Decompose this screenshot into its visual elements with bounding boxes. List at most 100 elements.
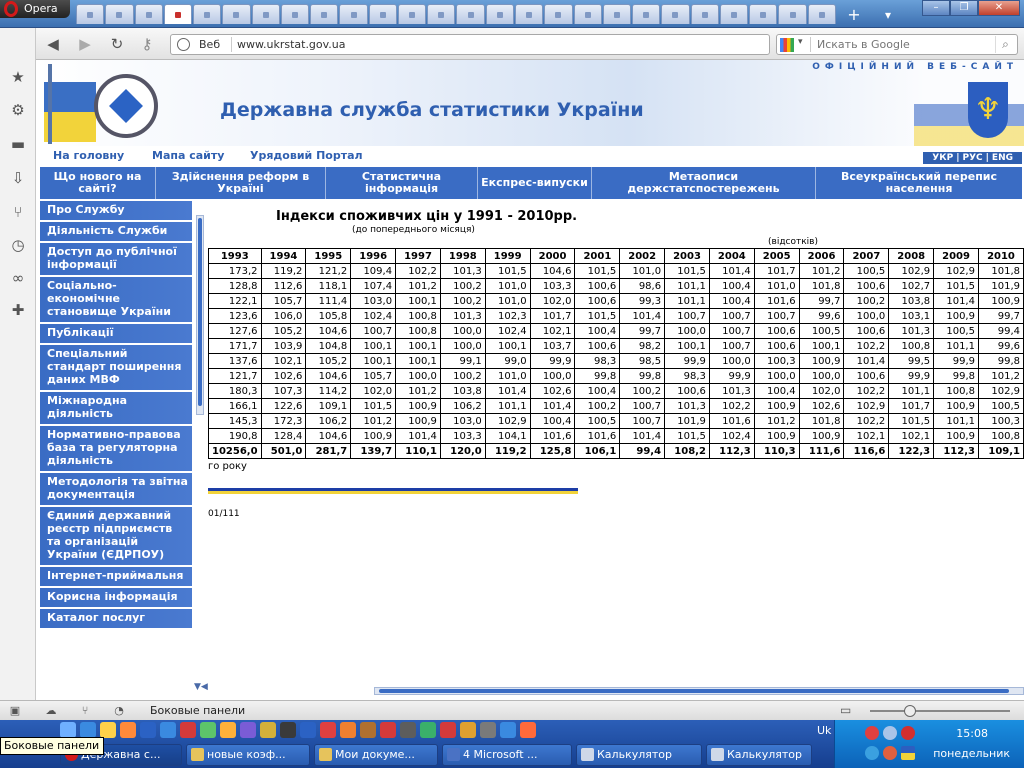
downloads-icon[interactable]: ⇩ — [9, 169, 27, 187]
sitemap-link[interactable]: Мапа сайту — [152, 149, 224, 162]
lang-rus-link[interactable]: РУС — [959, 153, 985, 163]
nav-useful-info[interactable]: Корисна інформація — [40, 588, 192, 609]
new-tab-button[interactable]: + — [846, 7, 862, 23]
lang-ukr-link[interactable]: УКР — [929, 153, 956, 163]
reload-icon[interactable]: ↻ — [108, 35, 126, 53]
quick-launch-icon[interactable] — [360, 722, 376, 738]
nav-activity[interactable]: Діяльність Служби — [40, 222, 192, 243]
browser-tab[interactable] — [485, 4, 514, 24]
links-icon[interactable]: ⑂ — [9, 203, 27, 221]
zoom-slider[interactable] — [870, 705, 1010, 717]
nav-legal[interactable]: Нормативно-правова база та регуляторна д… — [40, 426, 192, 473]
lang-eng-link[interactable]: ENG — [989, 153, 1016, 163]
search-input[interactable] — [817, 37, 987, 52]
quick-launch-icon[interactable] — [140, 722, 156, 738]
history-clock-icon[interactable]: ◷ — [9, 236, 27, 254]
google-icon[interactable] — [780, 38, 794, 52]
opera-menu-button[interactable]: Opera — [0, 0, 70, 18]
quick-launch-icon[interactable] — [280, 722, 296, 738]
wand-key-icon[interactable]: ⚷ — [138, 35, 156, 53]
quick-launch-icon[interactable] — [240, 722, 256, 738]
quick-launch-icon[interactable] — [420, 722, 436, 738]
horizontal-scrollbar[interactable] — [374, 687, 1024, 695]
home-link[interactable]: На головну — [53, 149, 124, 162]
quick-launch-icon[interactable] — [80, 722, 96, 738]
forward-arrow-icon[interactable]: ▶ — [76, 35, 94, 53]
menu-reforms[interactable]: Здійснення реформ в Україні — [156, 167, 326, 199]
browser-tab[interactable] — [310, 4, 339, 24]
browser-tab[interactable] — [778, 4, 807, 24]
zoom-slider-knob[interactable] — [904, 705, 916, 717]
quick-launch-icon[interactable] — [340, 722, 356, 738]
zoom-view-icon[interactable]: ▭ — [840, 703, 851, 717]
menu-metadata[interactable]: Метаописи держстатспостережень — [592, 167, 816, 199]
browser-tab[interactable] — [368, 4, 397, 24]
browser-tab[interactable] — [163, 4, 193, 24]
browser-tab[interactable] — [602, 4, 632, 24]
nav-international[interactable]: Міжнародна діяльність — [40, 392, 192, 426]
browser-tab[interactable] — [339, 4, 368, 24]
quick-launch-icon[interactable] — [480, 722, 496, 738]
browser-tab[interactable] — [222, 4, 251, 24]
browser-tab[interactable] — [134, 4, 163, 24]
notes-icon[interactable]: ▬ — [9, 135, 27, 153]
search-engine-dropdown-icon[interactable]: ▾ — [798, 37, 803, 47]
browser-tab[interactable] — [749, 4, 778, 24]
ukraine-flag-icon[interactable] — [901, 746, 915, 760]
tray-helper-icon[interactable] — [865, 746, 879, 760]
quick-launch-icon[interactable] — [400, 722, 416, 738]
back-arrow-icon[interactable]: ◀ — [44, 35, 62, 53]
quick-launch-icon[interactable] — [60, 722, 76, 738]
vertical-scrollbar[interactable] — [196, 215, 204, 415]
browser-tab[interactable] — [397, 4, 427, 24]
tab-menu-button[interactable]: ▾ — [880, 7, 896, 23]
quick-launch-icon[interactable] — [120, 722, 136, 738]
minimize-button[interactable]: – — [922, 0, 950, 16]
quick-launch-icon[interactable] — [500, 722, 516, 738]
menu-census[interactable]: Всеукраїнський перепис населення — [816, 167, 1022, 199]
task-my-docs[interactable]: Мои докуме... — [314, 744, 438, 766]
keyboard-language[interactable]: Uk — [817, 724, 831, 737]
browser-tab[interactable] — [105, 4, 134, 24]
ukrstat-emblem-icon[interactable] — [94, 74, 158, 138]
quick-launch-icon[interactable] — [380, 722, 396, 738]
browser-tab[interactable] — [719, 4, 749, 24]
search-magnifier-icon[interactable]: ⌕ — [995, 36, 1015, 53]
browser-tab[interactable] — [280, 4, 310, 24]
nav-edrpou[interactable]: Єдиний державний реєстр підприємств та о… — [40, 507, 192, 567]
task-calculator-1[interactable]: Калькулятор — [576, 744, 702, 766]
browser-tab[interactable] — [514, 4, 544, 24]
menu-statistics[interactable]: Статистична інформація — [326, 167, 478, 199]
quick-launch-icon[interactable] — [220, 722, 236, 738]
quick-launch-icon[interactable] — [520, 722, 536, 738]
close-button[interactable]: ✕ — [978, 0, 1020, 16]
nav-public-info[interactable]: Доступ до публічної інформації — [40, 243, 192, 277]
browser-tab[interactable] — [632, 4, 661, 24]
add-panel-plus-icon[interactable]: ✚ — [9, 301, 27, 319]
browser-tab[interactable] — [193, 4, 222, 24]
quick-launch-icon[interactable] — [440, 722, 456, 738]
browser-tab[interactable] — [427, 4, 456, 24]
browser-tab[interactable] — [456, 4, 485, 24]
quick-launch-icon[interactable] — [160, 722, 176, 738]
bookmarks-star-icon[interactable]: ★ — [9, 68, 27, 86]
clock-time[interactable]: 15:08 — [956, 727, 988, 740]
speed-dial-icon[interactable]: ◔ — [110, 703, 128, 719]
tray-arrows-icon[interactable] — [883, 746, 897, 760]
quick-launch-icon[interactable] — [320, 722, 336, 738]
nav-methodology[interactable]: Методологія та звітна документація — [40, 473, 192, 507]
panel-toggle-icon[interactable]: ▣ — [6, 703, 24, 719]
search-field[interactable]: ▾ ⌕ — [776, 34, 1018, 55]
nav-socio-economic[interactable]: Соціально-економічне становище України — [40, 277, 192, 324]
network-icon[interactable] — [883, 726, 897, 740]
restore-button[interactable]: ❐ — [950, 0, 978, 16]
browser-tab[interactable] — [807, 4, 836, 24]
scroll-arrows-icon[interactable]: ▼◀ — [194, 682, 208, 692]
nav-services[interactable]: Каталог послуг — [40, 609, 192, 630]
settings-gear-icon[interactable]: ⚙ — [9, 101, 27, 119]
tray-app-icon[interactable] — [901, 726, 915, 740]
task-office[interactable]: 4 Microsoft ... — [442, 744, 572, 766]
browser-tab[interactable] — [573, 4, 602, 24]
browser-tab[interactable] — [544, 4, 573, 24]
cloud-icon[interactable]: ☁ — [42, 703, 60, 719]
